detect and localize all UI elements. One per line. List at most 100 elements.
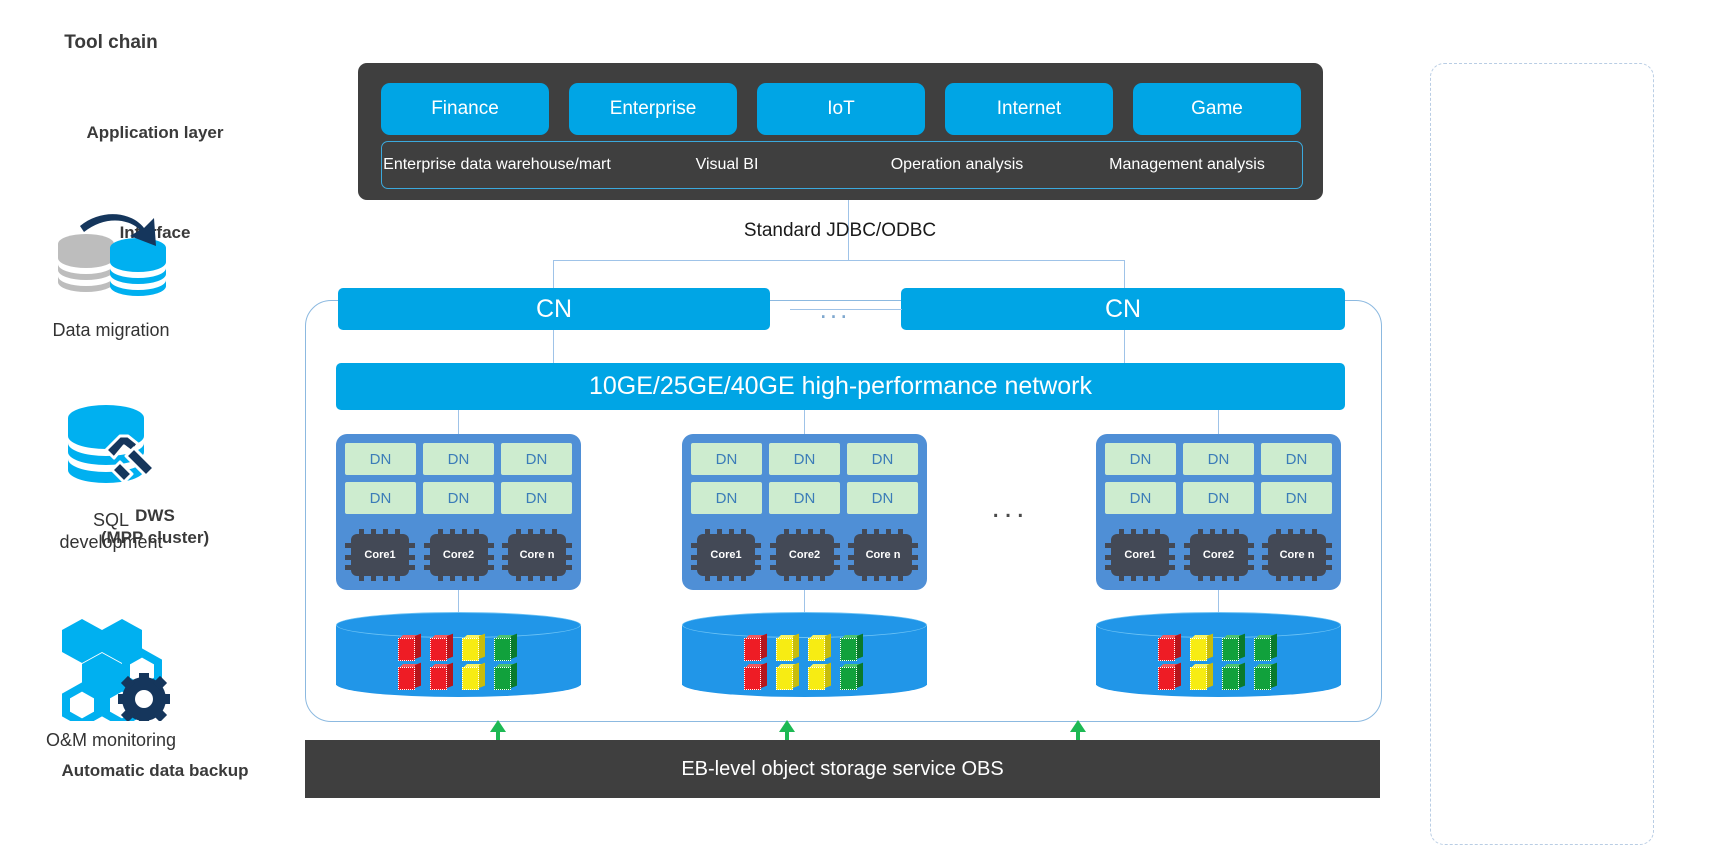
dn-node[interactable]: DN xyxy=(1105,443,1176,475)
storage-block xyxy=(1254,633,1283,661)
storage-blocks-2 xyxy=(744,633,869,691)
dn-node[interactable]: DN xyxy=(1183,482,1254,514)
core-row-3: Core1 Core2 Core n xyxy=(1105,529,1332,581)
connector-network-to-group1 xyxy=(458,410,459,434)
core-label: Core n xyxy=(854,534,912,576)
architecture-diagram: Application layer Interface DWS (MPP clu… xyxy=(0,0,1709,849)
core-label: Core n xyxy=(508,534,566,576)
dn-node[interactable]: DN xyxy=(1183,443,1254,475)
storage-block xyxy=(1254,662,1283,690)
connector-group2-to-storage xyxy=(804,590,805,614)
dn-node[interactable]: DN xyxy=(769,443,840,475)
cpu-chip-icon: Core n xyxy=(502,529,572,581)
app-tab-iot[interactable]: IoT xyxy=(757,83,925,135)
core-label: Core n xyxy=(1268,534,1326,576)
connector-horizontal-bus xyxy=(553,260,1125,261)
cylinder-top xyxy=(1096,612,1341,638)
storage-block xyxy=(1190,633,1219,661)
storage-block xyxy=(1222,633,1251,661)
node-group-3: DN DN DN DN DN DN Core1 Core2 Core n xyxy=(1096,434,1341,590)
dn-node[interactable]: DN xyxy=(423,482,494,514)
tool-item-label: Data migration xyxy=(52,320,170,340)
application-tabs: Finance Enterprise IoT Internet Game xyxy=(381,83,1301,135)
tool-item-om-monitoring[interactable]: O&M monitoring xyxy=(0,610,222,752)
cpu-chip-icon: Core1 xyxy=(345,529,415,581)
tool-item-label: O&M monitoring xyxy=(45,730,177,750)
connector-drop-left-cn xyxy=(553,260,554,289)
storage-block xyxy=(1222,662,1251,690)
storage-block xyxy=(808,633,837,661)
tool-item-data-migration[interactable]: Data migration xyxy=(0,200,222,342)
dn-node[interactable]: DN xyxy=(847,443,918,475)
core-label: Core2 xyxy=(1189,534,1248,576)
connector-group3-to-storage xyxy=(1218,590,1219,614)
connector-cn2-to-network xyxy=(1124,330,1125,363)
storage-block xyxy=(808,662,837,690)
om-monitoring-icon xyxy=(0,610,222,722)
app-subitem-management-analysis: Management analysis xyxy=(1109,156,1265,174)
cpu-chip-icon: Core2 xyxy=(423,529,494,581)
dn-node[interactable]: DN xyxy=(501,443,572,475)
node-group-ellipsis: ... xyxy=(991,491,1029,524)
row-label-application-layer: Application layer xyxy=(86,123,224,142)
connector-cn-to-cn xyxy=(790,309,902,310)
cpu-chip-icon: Core2 xyxy=(1183,529,1254,581)
core-label: Core1 xyxy=(351,534,409,576)
connector-cn1-to-network xyxy=(553,330,554,363)
network-bar: 10GE/25GE/40GE high-performance network xyxy=(336,363,1345,410)
node-group-1: DN DN DN DN DN DN Core1 Core2 Core n xyxy=(336,434,581,590)
dn-node[interactable]: DN xyxy=(691,482,762,514)
tool-chain-panel xyxy=(1430,63,1654,845)
cpu-chip-icon: Core1 xyxy=(1105,529,1175,581)
dn-node[interactable]: DN xyxy=(1105,482,1176,514)
cpu-chip-icon: Core n xyxy=(848,529,918,581)
dn-node[interactable]: DN xyxy=(345,482,416,514)
tool-item-label-line1: SQL xyxy=(92,510,130,530)
storage-blocks-1 xyxy=(398,633,523,691)
storage-block xyxy=(776,633,805,661)
storage-block xyxy=(744,633,773,661)
dn-grid-2: DN DN DN DN DN DN xyxy=(691,443,918,514)
app-tab-internet[interactable]: Internet xyxy=(945,83,1113,135)
dn-node[interactable]: DN xyxy=(1261,443,1332,475)
core-label: Core2 xyxy=(429,534,488,576)
cylinder-top xyxy=(682,612,927,638)
dn-node[interactable]: DN xyxy=(423,443,494,475)
app-tab-enterprise[interactable]: Enterprise xyxy=(569,83,737,135)
dn-node[interactable]: DN xyxy=(501,482,572,514)
tool-item-sql-development[interactable]: SQL development xyxy=(0,390,222,553)
tool-item-label-line2: development xyxy=(59,531,163,552)
storage-block xyxy=(494,633,523,661)
core-label: Core1 xyxy=(697,534,755,576)
core-row-1: Core1 Core2 Core n xyxy=(345,529,572,581)
storage-block xyxy=(840,662,869,690)
storage-block xyxy=(398,662,427,690)
core-label: Core1 xyxy=(1111,534,1169,576)
storage-cylinder-1 xyxy=(336,612,581,697)
connector-group1-to-storage xyxy=(458,590,459,614)
row-label-automatic-data-backup: Automatic data backup xyxy=(61,761,249,780)
app-subitem-visual-bi: Visual BI xyxy=(695,156,759,174)
storage-block xyxy=(840,633,869,661)
cn-node-1[interactable]: CN xyxy=(338,288,770,330)
storage-block xyxy=(494,662,523,690)
tool-chain-title: Tool chain xyxy=(64,32,158,53)
dn-node[interactable]: DN xyxy=(1261,482,1332,514)
dn-node[interactable]: DN xyxy=(847,482,918,514)
connector-network-to-group3 xyxy=(1218,410,1219,434)
storage-block xyxy=(430,633,459,661)
dn-node[interactable]: DN xyxy=(769,482,840,514)
dn-node[interactable]: DN xyxy=(345,443,416,475)
storage-block xyxy=(776,662,805,690)
dn-node[interactable]: DN xyxy=(691,443,762,475)
app-subitem-enterprise-data-warehouse: Enterprise data warehouse/mart xyxy=(383,156,611,174)
cpu-chip-icon: Core1 xyxy=(691,529,761,581)
cn-node-2[interactable]: CN xyxy=(901,288,1345,330)
storage-block xyxy=(430,662,459,690)
cylinder-top xyxy=(336,612,581,638)
storage-block xyxy=(1190,662,1219,690)
app-tab-game[interactable]: Game xyxy=(1133,83,1301,135)
app-tab-finance[interactable]: Finance xyxy=(381,83,549,135)
connector-drop-right-cn xyxy=(1124,260,1125,289)
cpu-chip-icon: Core2 xyxy=(769,529,840,581)
